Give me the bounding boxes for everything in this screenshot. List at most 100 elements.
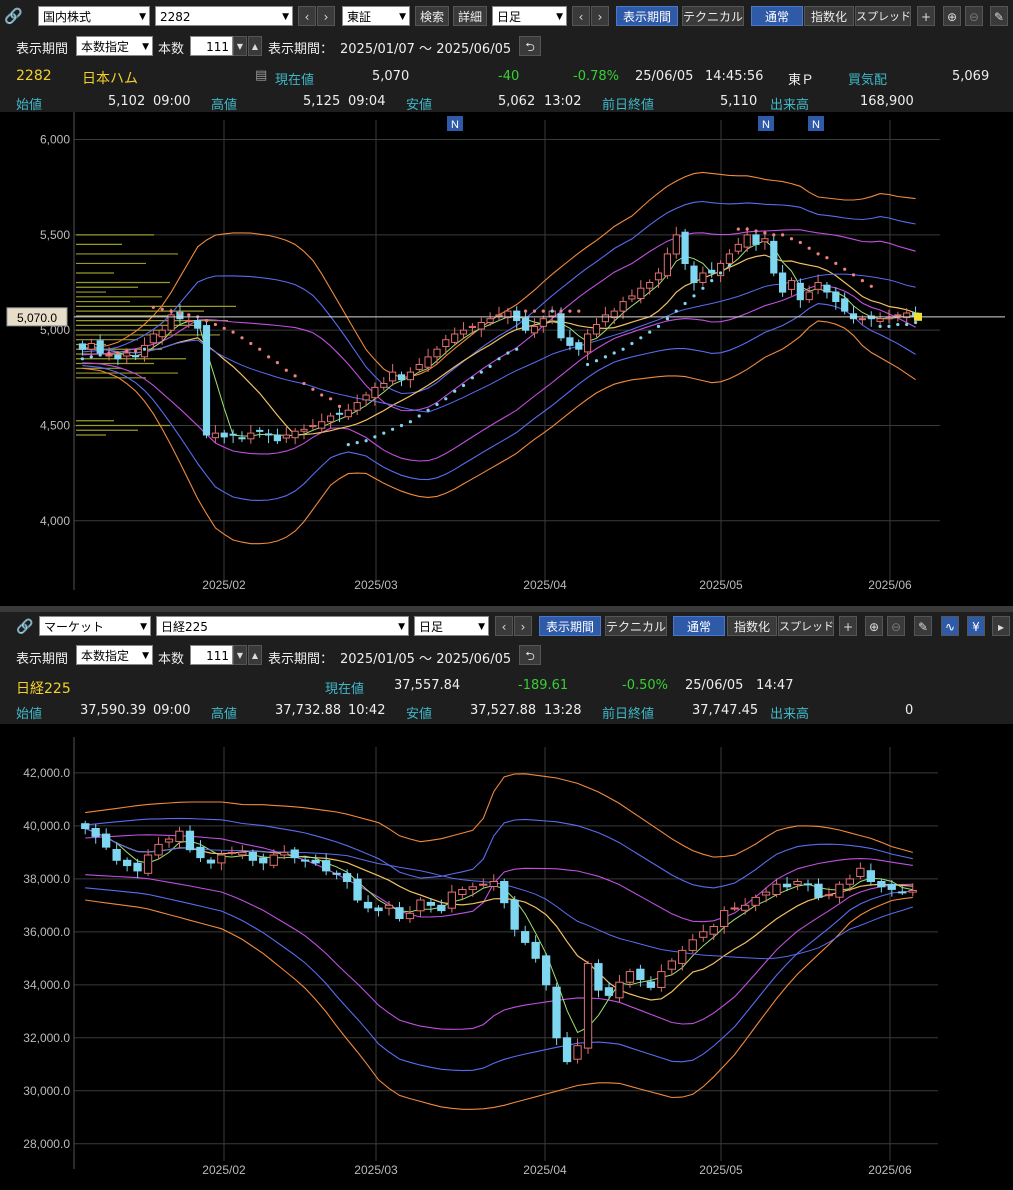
refresh-icon[interactable]: ⮌ <box>519 645 541 665</box>
index-select[interactable]: 日経225 ▼ <box>156 616 409 636</box>
candle-body <box>479 883 488 886</box>
volume-label: 出来高 <box>770 98 810 113</box>
candle-body <box>342 873 352 883</box>
technical-button[interactable]: テクニカル <box>605 616 667 636</box>
candle-body <box>220 432 228 438</box>
open-label: 始値 <box>16 707 43 722</box>
sar-dot <box>586 362 590 367</box>
candle-body <box>311 859 320 864</box>
period-mode-select[interactable]: 本数指定 ▼ <box>76 645 153 665</box>
prev-button[interactable]: ‹ <box>298 6 316 26</box>
sar-dot <box>204 319 209 323</box>
open-value: 5,102 <box>108 94 146 109</box>
count-up-icon[interactable]: ▲ <box>248 36 262 56</box>
zoom-in-icon[interactable]: ⊕ <box>943 6 961 26</box>
candle-body <box>761 238 769 243</box>
candle-body <box>194 320 202 329</box>
bottom-price-chart[interactable]: 28,000.0 30,000.0 32,000.0 34,000.0 36,000.0… <box>0 724 1013 1190</box>
candle-body <box>672 234 680 255</box>
yen-icon[interactable]: ¥ <box>967 616 985 636</box>
change-value: -40 <box>498 69 520 84</box>
wave-icon[interactable]: ∿ <box>941 616 959 636</box>
low-value: 5,062 <box>498 94 536 109</box>
search-button[interactable]: 検索 <box>415 6 449 26</box>
link-icon[interactable]: 🔗 <box>16 617 36 637</box>
period-select[interactable]: 日足 ▼ <box>414 616 489 636</box>
candle-body <box>468 886 477 890</box>
candle-body <box>513 310 521 322</box>
zoom-out-icon[interactable]: ⊖ <box>965 6 983 26</box>
sar-dot <box>444 397 448 401</box>
candle-body <box>363 901 373 909</box>
x-tick-label: 2025/03 <box>354 1163 398 1177</box>
spread-button[interactable]: スプレッド <box>855 6 911 26</box>
market-select[interactable]: 国内株式 ▼ <box>38 6 150 26</box>
candle-body <box>406 371 414 381</box>
period-select[interactable]: 日足 ▼ <box>492 6 567 26</box>
count-down-icon[interactable]: ▼ <box>233 36 247 56</box>
candle-body <box>752 234 760 245</box>
volume-value: 0 <box>905 703 914 718</box>
next-period-button[interactable]: › <box>514 616 532 636</box>
next-period-button[interactable]: › <box>591 6 609 26</box>
current-label: 現在値 <box>275 73 315 88</box>
ma-long-line <box>84 827 913 1001</box>
code-input[interactable]: 2282 ▼ <box>155 6 293 26</box>
display-period-button[interactable]: 表示期間 <box>616 6 678 26</box>
candle-body <box>584 333 592 353</box>
period-mode-select[interactable]: 本数指定 ▼ <box>76 36 153 56</box>
candle-body <box>327 415 335 423</box>
prev-value: 37,747.45 <box>692 703 759 718</box>
count-up-icon[interactable]: ▲ <box>248 645 262 665</box>
candle-body <box>202 325 211 436</box>
sar-dot <box>142 347 147 351</box>
display-period-button[interactable]: 表示期間 <box>539 616 601 636</box>
next-button[interactable]: › <box>317 6 335 26</box>
pencil-icon[interactable]: ✎ <box>914 616 932 636</box>
candle-body <box>814 282 822 290</box>
candle-body <box>654 272 663 281</box>
count-label: 本数 <box>158 652 185 667</box>
candle-body <box>318 421 326 429</box>
zoom-in-icon[interactable]: ⊕ <box>865 616 883 636</box>
normal-button[interactable]: 通常 <box>673 616 725 636</box>
add-icon[interactable]: + <box>917 6 935 26</box>
sar-dot <box>896 322 900 327</box>
candle-body <box>158 329 166 338</box>
detail-button[interactable]: 詳細 <box>453 6 487 26</box>
exchange-select[interactable]: 東証 ▼ <box>342 6 410 26</box>
settings-icon[interactable]: ▸ <box>992 616 1010 636</box>
sar-dot <box>878 324 882 328</box>
add-icon[interactable]: + <box>839 616 857 636</box>
document-icon[interactable]: ▤ <box>255 68 267 83</box>
range-value: 2025/01/05 ～ 2025/06/05 <box>340 652 512 667</box>
prev-period-button[interactable]: ‹ <box>572 6 590 26</box>
sar-dot <box>231 330 235 334</box>
spread-button[interactable]: スプレッド <box>778 616 834 636</box>
index-button[interactable]: 指数化 <box>727 616 777 636</box>
market-select[interactable]: マーケット ▼ <box>39 616 151 636</box>
count-input[interactable]: 111 <box>190 645 233 665</box>
chevron-down-icon: ▼ <box>139 12 146 22</box>
candle-body <box>594 963 603 991</box>
open-value: 37,590.39 <box>80 703 147 718</box>
sar-dot <box>869 284 873 288</box>
link-icon[interactable]: 🔗 <box>4 6 32 26</box>
prev-period-button[interactable]: ‹ <box>495 616 513 636</box>
candle-body <box>123 352 131 357</box>
candle-body <box>217 854 226 864</box>
zoom-out-icon[interactable]: ⊖ <box>887 616 905 636</box>
candle-body <box>154 843 163 856</box>
pencil-icon[interactable]: ✎ <box>990 6 1008 26</box>
technical-button[interactable]: テクニカル <box>682 6 744 26</box>
count-input[interactable]: 111 <box>190 36 233 56</box>
change-value: -189.61 <box>518 678 569 693</box>
refresh-icon[interactable]: ⮌ <box>519 36 541 56</box>
candle-body <box>247 432 255 440</box>
top-price-chart[interactable]: 4,0004,5005,0005,5006,0002025/02 2025/03 2… <box>0 112 1013 606</box>
count-down-icon[interactable]: ▼ <box>233 645 247 665</box>
sar-dot <box>479 370 483 374</box>
chevron-down-icon: ▼ <box>399 12 406 22</box>
index-button[interactable]: 指数化 <box>804 6 854 26</box>
normal-button[interactable]: 通常 <box>751 6 803 26</box>
